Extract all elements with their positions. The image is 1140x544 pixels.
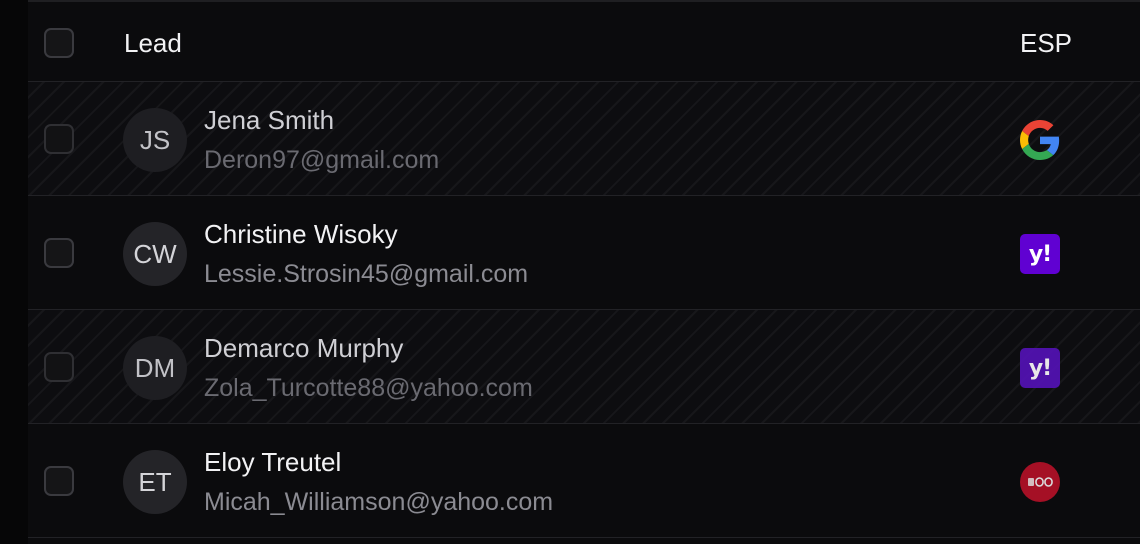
avatar: DM bbox=[123, 336, 187, 400]
google-icon bbox=[1020, 120, 1060, 160]
avatar: ET bbox=[123, 450, 187, 514]
yahoo-logo: y! bbox=[1020, 234, 1060, 274]
other-esp-logo bbox=[1020, 462, 1060, 502]
lead-name: Eloy Treutel bbox=[204, 447, 342, 477]
leads-table-view: Lead ESP JS Jena Smith Deron97@gmail.com… bbox=[0, 0, 1140, 544]
lead-email: Zola_Turcotte88@yahoo.com bbox=[204, 374, 533, 402]
lead-name: Jena Smith bbox=[204, 105, 335, 135]
table-header: Lead ESP bbox=[28, 2, 1140, 82]
column-header-esp[interactable]: ESP bbox=[1020, 28, 1072, 58]
leads-table: Lead ESP JS Jena Smith Deron97@gmail.com… bbox=[28, 0, 1140, 544]
row-checkbox[interactable] bbox=[44, 466, 74, 496]
avatar: CW bbox=[123, 222, 187, 286]
lead-name: Christine Wisoky bbox=[204, 219, 398, 249]
row-checkbox[interactable] bbox=[44, 352, 74, 382]
lead-name: Demarco Murphy bbox=[204, 333, 404, 363]
lead-email: Deron97@gmail.com bbox=[204, 146, 440, 174]
table-row[interactable]: ET Eloy Treutel Micah_Williamson@yahoo.c… bbox=[28, 424, 1140, 538]
row-checkbox[interactable] bbox=[44, 238, 74, 268]
left-edge bbox=[0, 0, 28, 544]
select-all-checkbox[interactable] bbox=[44, 28, 74, 58]
yahoo-icon: y! bbox=[1020, 234, 1060, 274]
table-row[interactable]: DM Demarco Murphy Zola_Turcotte88@yahoo.… bbox=[28, 310, 1140, 424]
table-row[interactable]: JS Jena Smith Deron97@gmail.com bbox=[28, 82, 1140, 196]
column-header-lead[interactable]: Lead bbox=[124, 28, 182, 58]
yahoo-logo: y! bbox=[1020, 348, 1060, 388]
row-checkbox[interactable] bbox=[44, 124, 74, 154]
lead-email: Lessie.Strosin45@gmail.com bbox=[204, 260, 529, 288]
yahoo-icon: y! bbox=[1020, 348, 1060, 388]
avatar: JS bbox=[123, 108, 187, 172]
table-row[interactable]: CW Christine Wisoky Lessie.Strosin45@gma… bbox=[28, 196, 1140, 310]
other-esp-icon bbox=[1020, 462, 1060, 502]
lead-email: Micah_Williamson@yahoo.com bbox=[204, 488, 554, 516]
